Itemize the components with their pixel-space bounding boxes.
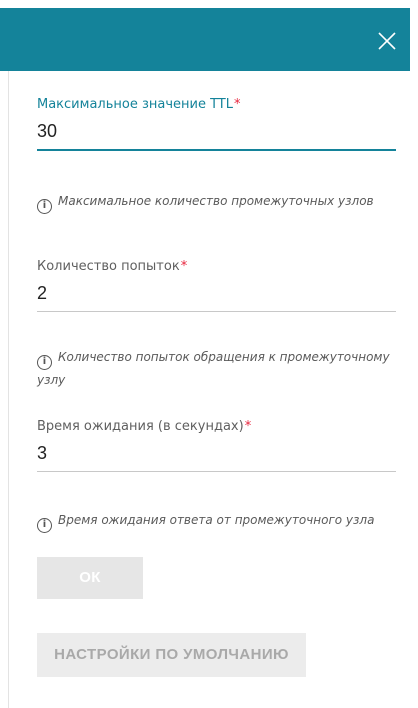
ttl-field: Максимальное значение TTL* bbox=[37, 97, 396, 151]
ttl-label: Максимальное значение TTL* bbox=[37, 97, 241, 112]
timeout-label: Время ожидания (в секундах)* bbox=[37, 419, 252, 434]
required-mark: * bbox=[180, 259, 188, 274]
timeout-hint: i Время ожидания ответа от промежуточного… bbox=[37, 510, 399, 533]
attempts-field: Количество попыток* bbox=[37, 259, 396, 312]
attempts-input[interactable] bbox=[37, 283, 396, 312]
info-icon: i bbox=[37, 355, 52, 370]
dialog-header bbox=[0, 8, 410, 71]
close-icon bbox=[378, 32, 396, 50]
required-mark: * bbox=[244, 419, 252, 434]
attempts-hint-text: Количество попыток обращения к промежуто… bbox=[37, 350, 390, 387]
ttl-hint: i Максимальное количество промежуточных у… bbox=[37, 191, 399, 214]
info-icon: i bbox=[37, 199, 52, 214]
timeout-hint-text: Время ожидания ответа от промежуточного … bbox=[58, 513, 375, 527]
timeout-field: Время ожидания (в секундах)* bbox=[37, 419, 396, 472]
ttl-input[interactable] bbox=[37, 121, 396, 151]
close-button[interactable] bbox=[376, 30, 398, 52]
attempts-hint: i Количество попыток обращения к промежут… bbox=[37, 347, 399, 390]
required-mark: * bbox=[234, 97, 241, 112]
attempts-label: Количество попыток* bbox=[37, 259, 188, 274]
ttl-hint-text: Максимальное количество промежуточных уз… bbox=[58, 194, 374, 208]
info-icon: i bbox=[37, 518, 52, 533]
ok-button[interactable]: ОК bbox=[37, 557, 143, 599]
default-settings-button[interactable]: НАСТРОЙКИ ПО УМОЛЧАНИЮ bbox=[37, 633, 306, 677]
timeout-input[interactable] bbox=[37, 443, 396, 472]
